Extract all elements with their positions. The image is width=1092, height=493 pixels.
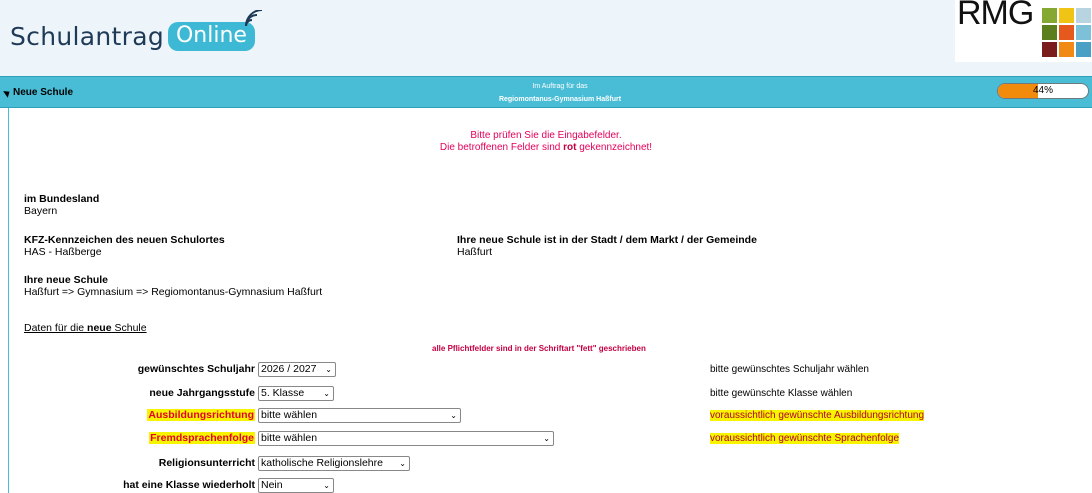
ausbildungsrichtung-select[interactable]: bitte wählen ⌄ [258,408,461,423]
nav-center-line2: Regiomontanus-Gymnasium Haßfurt [498,96,622,103]
stadt-block: Ihre neue Schule ist in der Stadt / dem … [457,234,757,258]
arrow-icon [3,88,12,98]
school-logo[interactable]: RMG [955,0,1092,62]
fremdsprachenfolge-hint-text: voraussichtlich gewünschte Sprachenfolge [710,433,899,444]
schule-label: Ihre neue Schule [24,274,109,286]
logo-square [1059,25,1074,40]
alert-line2-suffix: gekennzeichnet! [576,142,653,153]
schuljahr-select[interactable]: 2026 / 2027 ⌄ [258,362,336,377]
bundesland-label: im Bundesland [24,193,100,205]
alert-line1: Bitte prüfen Sie die Eingabefelder. [470,130,622,141]
logo-square [1076,25,1091,40]
religionsunterricht-select[interactable]: katholische Religionslehre ⌄ [258,456,410,471]
chevron-down-icon: ⌄ [543,434,550,443]
jahrgangsstufe-label: neue Jahrgangsstufe [149,387,255,399]
ausbildungsrichtung-hint: voraussichtlich gewünschte Ausbildungsri… [710,410,925,421]
alert-line2-prefix: Die betroffenen Felder sind [439,142,564,153]
signal-icon [245,10,263,27]
schuljahr-value: 2026 / 2027 [261,363,317,375]
jahrgangsstufe-hint: bitte gewünschte Klasse wählen [710,388,853,399]
alert-line2-bold: rot [563,142,577,153]
fremdsprachenfolge-hint: voraussichtlich gewünschte Sprachenfolge [710,433,899,444]
nav-center-line1: Im Auftrag für das [532,83,588,90]
header: Schulantrag Online RMG [0,0,1092,76]
link-prefix: Daten für die [24,322,88,334]
schule-block: Ihre neue Schule Haßfurt => Gymnasium =>… [24,274,322,298]
content-border [8,108,9,493]
validation-alert: Bitte prüfen Sie die Eingabefelder. Die … [0,130,1092,154]
chevron-down-icon: ⌄ [399,459,406,468]
chevron-down-icon: ⌄ [323,481,330,490]
schule-value: Haßfurt => Gymnasium => Regiomontanus-Gy… [24,286,323,298]
progress-label: 44% [1032,85,1053,96]
nav-title: Neue Schule [13,87,74,98]
bundesland-value: Bayern [24,205,58,217]
jahrgangsstufe-select[interactable]: 5. Klasse ⌄ [258,386,334,401]
kfz-value: HAS - Haßberge [24,246,102,258]
religionsunterricht-label: Religionsunterricht [158,457,255,469]
religionsunterricht-value: katholische Religionslehre [261,457,383,469]
alert-line2: Die betroffenen Felder sind rot gekennze… [0,142,1092,154]
logo-square [1059,8,1074,23]
wiederholt-select[interactable]: Nein ⌄ [258,478,334,493]
fremdsprachenfolge-select[interactable]: bitte wählen ⌄ [258,431,554,446]
schuljahr-hint: bitte gewünschtes Schuljahr wählen [710,364,869,375]
logo-square [1059,42,1074,57]
logo-word: Schulantrag [10,21,164,51]
logo-square [1042,25,1057,40]
chevron-down-icon: ⌄ [325,365,332,374]
ausbildungsrichtung-hint-text: voraussichtlich gewünschte Ausbildungsri… [710,410,925,421]
nav-bar: Neue Schule Im Auftrag für das Regiomont… [0,76,1092,108]
logo-square [1076,8,1091,23]
kfz-block: KFZ-Kennzeichen des neuen Schulortes HAS… [24,234,225,258]
logo-square [1042,8,1057,23]
bundesland-block: im Bundesland Bayern [24,193,99,217]
stadt-value: Haßfurt [457,246,493,258]
ausbildungsrichtung-value: bitte wählen [261,409,318,421]
link-bold: neue [87,322,112,334]
school-logo-text: RMG [957,0,1034,32]
stadt-label: Ihre neue Schule ist in der Stadt / dem … [457,234,757,246]
fremdsprachenfolge-label-text: Fremdsprachenfolge [149,432,255,444]
schuljahr-label: gewünschtes Schuljahr [137,363,255,375]
neue-schule-data-link[interactable]: Daten für die neue Schule [24,322,147,334]
fremdsprachenfolge-value: bitte wählen [261,432,318,444]
jahrgangsstufe-value: 5. Klasse [261,387,305,399]
chevron-down-icon: ⌄ [323,389,330,398]
nav-center-info: Im Auftrag für das Regiomontanus-Gymnasi… [440,80,680,106]
chevron-down-icon: ⌄ [450,411,457,420]
wiederholt-label: hat eine Klasse wiederholt [123,479,255,491]
app-logo[interactable]: Schulantrag Online [10,16,255,56]
pflicht-note: alle Pflichtfelder sind in der Schriftar… [432,344,646,353]
logo-square [1076,42,1091,57]
ausbildungsrichtung-label-text: Ausbildungsrichtung [147,409,255,421]
link-suffix: Schule [111,322,147,334]
kfz-label: KFZ-Kennzeichen des neuen Schulortes [24,234,225,246]
logo-square [1042,42,1057,57]
wiederholt-value: Nein [261,479,283,491]
fremdsprachenfolge-label: Fremdsprachenfolge [149,432,255,444]
progress-bar: 44% [997,83,1089,99]
ausbildungsrichtung-label: Ausbildungsrichtung [147,409,255,421]
